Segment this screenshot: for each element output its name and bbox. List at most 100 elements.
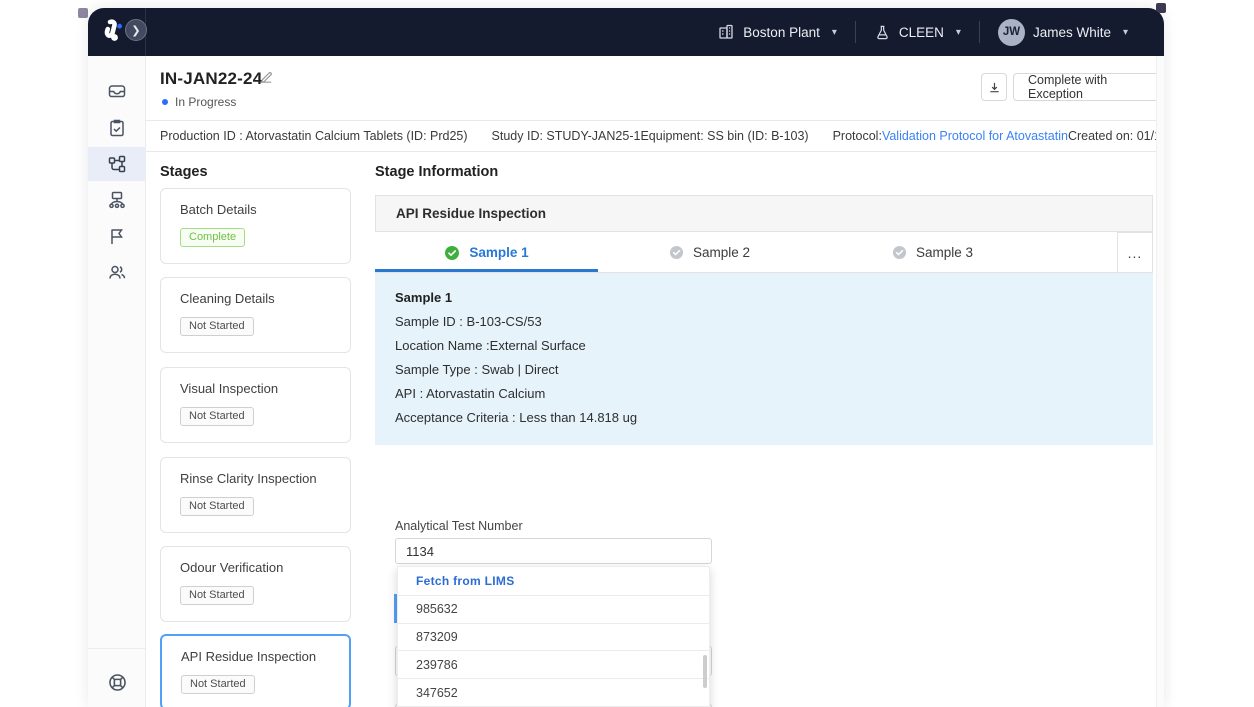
sample-id: Sample ID : B-103-CS/53 <box>395 314 542 329</box>
complete-with-exception-button[interactable]: Complete with Exception <box>1013 73 1164 101</box>
clipboard-check-icon <box>106 117 128 139</box>
top-header: ❯ Boston Plant ▾ <box>88 8 1164 56</box>
status-dot <box>162 99 168 105</box>
fetch-from-lims-option[interactable]: Fetch from LIMS <box>398 567 709 595</box>
users-icon <box>106 261 128 283</box>
complete-with-exception-label: Complete with Exception <box>1028 73 1149 101</box>
dropdown-option[interactable]: 347652 <box>398 678 709 706</box>
tab-sample-1[interactable]: Sample 1 <box>375 232 598 273</box>
user-name: James White <box>1033 25 1111 40</box>
stage-information-heading: Stage Information <box>375 164 498 180</box>
sidebar-item-tasks[interactable] <box>88 111 146 145</box>
active-tab-underline <box>375 269 598 272</box>
stage-card-rinse-clarity-inspection[interactable]: Rinse Clarity Inspection Not Started <box>160 457 351 533</box>
download-icon <box>988 81 1001 94</box>
dropdown-option[interactable]: 873209 <box>398 623 709 651</box>
avatar: JW <box>998 19 1025 46</box>
stage-panel-title: API Residue Inspection <box>396 206 546 221</box>
tab-label: Sample 2 <box>693 245 750 260</box>
status-text: In Progress <box>175 95 236 109</box>
stage-name: Cleaning Details <box>180 291 275 306</box>
main-area: IN-JAN22-24 In Progress Complete with Ex… <box>146 56 1164 707</box>
download-button[interactable] <box>981 73 1007 101</box>
analytical-test-number-label: Analytical Test Number <box>395 519 523 533</box>
dropdown-option[interactable]: 239786 <box>398 650 709 678</box>
flask-icon <box>874 24 891 41</box>
dropdown-option[interactable]: 985632 <box>398 595 709 623</box>
workflow-icon <box>106 153 128 175</box>
plant-name: Boston Plant <box>743 25 820 40</box>
chevron-down-icon: ▾ <box>1123 27 1128 38</box>
protocol-link[interactable]: Validation Protocol for Atovastatin <box>882 129 1068 143</box>
study-id: Study ID: STUDY-JAN25-1 <box>492 129 641 143</box>
stage-card-cleaning-details[interactable]: Cleaning Details Not Started <box>160 277 351 353</box>
lifebuoy-icon <box>106 671 129 694</box>
protocol-label: Protocol: <box>833 129 882 143</box>
stage-name: Visual Inspection <box>180 381 278 396</box>
analytical-test-number-input[interactable]: 1134 <box>395 538 712 564</box>
stage-card-odour-verification[interactable]: Odour Verification Not Started <box>160 546 351 622</box>
page-title: IN-JAN22-24 <box>160 69 262 89</box>
app-window: ❯ Boston Plant ▾ <box>88 8 1164 707</box>
stage-panel-header: API Residue Inspection <box>375 195 1153 232</box>
tab-label: Sample 1 <box>469 245 528 260</box>
tab-sample-3[interactable]: Sample 3 <box>821 232 1044 273</box>
app-scrollbar-track[interactable] <box>1156 56 1164 707</box>
flag-icon <box>106 225 128 247</box>
equipment: Equipment: SS bin (ID: B-103) <box>640 129 808 143</box>
stages-heading: Stages <box>160 164 208 180</box>
check-circle-gray-icon <box>892 245 907 260</box>
stage-name: API Residue Inspection <box>181 649 316 664</box>
test-number-dropdown: Fetch from LIMS 985632 873209 239786 347… <box>397 566 710 707</box>
app-logo-icon <box>101 18 127 44</box>
stage-status-badge: Not Started <box>180 407 254 426</box>
plant-selector[interactable]: Boston Plant ▾ <box>699 8 855 56</box>
sample-type: Sample Type : Swab | Direct <box>395 362 559 377</box>
stage-status-badge: Not Started <box>180 317 254 336</box>
stage-card-batch-details[interactable]: Batch Details Complete <box>160 188 351 264</box>
header-right: Boston Plant ▾ CLEEN ▾ JW James White ▾ <box>699 8 1146 56</box>
tab-label: Sample 3 <box>916 245 973 260</box>
stage-status-badge: Not Started <box>180 586 254 605</box>
production-id: Production ID : Atorvastatin Calcium Tab… <box>160 129 468 143</box>
tab-sample-2[interactable]: Sample 2 <box>598 232 821 273</box>
stage-status-badge: Not Started <box>180 497 254 516</box>
stage-card-api-residue-inspection[interactable]: API Residue Inspection Not Started <box>160 634 351 707</box>
analytical-test-number-value: 1134 <box>406 544 434 559</box>
stage-name: Rinse Clarity Inspection <box>180 471 317 486</box>
nav-sidebar <box>88 56 146 707</box>
sidebar-collapse-button[interactable]: ❯ <box>125 19 147 41</box>
app-selector[interactable]: CLEEN ▾ <box>856 8 979 56</box>
sidebar-item-workflows[interactable] <box>88 147 146 181</box>
background-artifact-left <box>78 8 88 18</box>
dropdown-scrollbar[interactable] <box>703 655 707 688</box>
batch-info-bar: Production ID : Atorvastatin Calcium Tab… <box>146 120 1164 152</box>
check-circle-gray-icon <box>669 245 684 260</box>
status-badge: In Progress <box>162 95 236 109</box>
edit-title-button[interactable] <box>259 70 274 85</box>
sidebar-item-inbox[interactable] <box>88 74 146 108</box>
ellipsis-icon: ... <box>1128 245 1143 261</box>
stage-card-visual-inspection[interactable]: Visual Inspection Not Started <box>160 367 351 443</box>
sidebar-item-flags[interactable] <box>88 219 146 253</box>
sidebar-item-users[interactable] <box>88 255 146 289</box>
more-tabs-button[interactable]: ... <box>1117 232 1153 273</box>
chevron-down-icon: ▾ <box>956 27 961 38</box>
check-circle-green-icon <box>444 245 460 261</box>
app-name: CLEEN <box>899 25 944 40</box>
sample-title: Sample 1 <box>395 290 452 305</box>
building-icon <box>717 23 735 41</box>
user-menu[interactable]: JW James White ▾ <box>980 8 1146 56</box>
chevron-down-icon: ▾ <box>832 27 837 38</box>
sidebar-divider <box>88 648 146 649</box>
created-on: Created on: 01/10/2025 11:41:39 <box>1068 129 1164 143</box>
location-name: Location Name :External Surface <box>395 338 586 353</box>
sample-details: Sample 1 Sample ID : B-103-CS/53 Locatio… <box>375 273 1153 445</box>
sample-tabs: Sample 1 Sample 2 Sample 3 ... <box>375 232 1153 273</box>
sidebar-item-hierarchy[interactable] <box>88 183 146 217</box>
stage-name: Batch Details <box>180 202 257 217</box>
api-name: API : Atorvastatin Calcium <box>395 386 545 401</box>
stage-status-badge: Not Started <box>181 675 255 694</box>
sidebar-item-support[interactable] <box>88 662 146 702</box>
chevron-right-icon: ❯ <box>131 24 140 37</box>
